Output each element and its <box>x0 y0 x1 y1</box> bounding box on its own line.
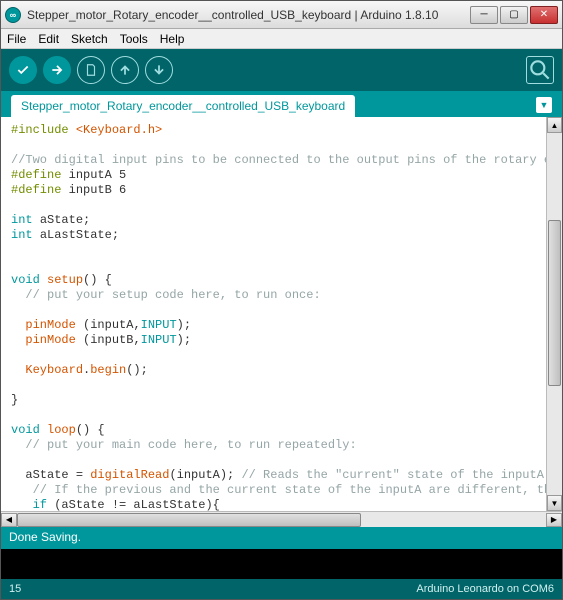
window-controls: ─ ▢ ✕ <box>470 6 558 24</box>
code-token: int <box>11 228 33 242</box>
save-sketch-button[interactable] <box>145 56 173 84</box>
scroll-track[interactable] <box>547 133 562 495</box>
arrow-down-icon <box>152 63 166 77</box>
scroll-right-icon[interactable]: ▶ <box>546 513 562 527</box>
scroll-thumb[interactable] <box>548 220 561 387</box>
code-token: (inputA); <box>169 468 241 482</box>
scroll-down-icon[interactable]: ▼ <box>547 495 562 511</box>
code-token: #include <box>11 123 69 137</box>
code-token: ); <box>177 333 191 347</box>
serial-monitor-button[interactable] <box>526 56 554 84</box>
code-token: (inputA, <box>76 318 141 332</box>
code-token: pinMode <box>25 333 75 347</box>
code-token: aState; <box>40 213 90 227</box>
arduino-app-icon: ∞ <box>5 7 21 23</box>
close-button[interactable]: ✕ <box>530 6 558 24</box>
code-token: if <box>33 498 47 511</box>
code-token: void <box>11 423 40 437</box>
code-comment: //Two digital input pins to be connected… <box>11 153 546 167</box>
code-token: () { <box>83 273 112 287</box>
code-token: pinMode <box>25 318 75 332</box>
code-token: } <box>11 393 18 407</box>
window-titlebar: ∞ Stepper_motor_Rotary_encoder__controll… <box>1 1 562 29</box>
code-token: <Keyboard.h> <box>76 123 162 137</box>
magnifier-icon <box>527 57 553 83</box>
scroll-left-icon[interactable]: ◀ <box>1 513 17 527</box>
file-new-icon <box>84 63 98 77</box>
code-token: inputB 6 <box>69 183 127 197</box>
line-number: 15 <box>9 583 21 595</box>
code-comment: // put your main code here, to run repea… <box>25 438 356 452</box>
status-bar: 15 Arduino Leonardo on COM6 <box>1 579 562 599</box>
scroll-up-icon[interactable]: ▲ <box>547 117 562 133</box>
menu-tools[interactable]: Tools <box>120 32 148 46</box>
code-token: (inputB, <box>76 333 141 347</box>
upload-button[interactable] <box>43 56 71 84</box>
code-token: () { <box>76 423 105 437</box>
code-editor[interactable]: #include <Keyboard.h> //Two digital inpu… <box>1 117 546 511</box>
open-sketch-button[interactable] <box>111 56 139 84</box>
verify-button[interactable] <box>9 56 37 84</box>
new-sketch-button[interactable] <box>77 56 105 84</box>
code-comment: // put your setup code here, to run once… <box>25 288 320 302</box>
code-token: ); <box>177 318 191 332</box>
code-token: aState = <box>25 468 90 482</box>
code-token: int <box>11 213 33 227</box>
board-port: Arduino Leonardo on COM6 <box>416 583 554 595</box>
scroll-track[interactable] <box>17 513 546 527</box>
code-token: (); <box>126 363 148 377</box>
code-token: (aState != aLastState){ <box>47 498 220 511</box>
tab-bar: Stepper_motor_Rotary_encoder__controlled… <box>1 91 562 117</box>
code-comment: // Reads the "current" state of the inpu… <box>241 468 543 482</box>
code-token: aLastState; <box>40 228 119 242</box>
maximize-button[interactable]: ▢ <box>500 6 528 24</box>
code-token: Keyboard <box>25 363 83 377</box>
scroll-thumb[interactable] <box>17 513 361 527</box>
arrow-right-icon <box>50 63 64 77</box>
menu-help[interactable]: Help <box>160 32 185 46</box>
output-console[interactable] <box>1 549 562 579</box>
code-token: #define <box>11 168 61 182</box>
code-token: inputA 5 <box>69 168 127 182</box>
message-text: Done Saving. <box>9 530 81 544</box>
code-token: INPUT <box>141 318 177 332</box>
menu-sketch[interactable]: Sketch <box>71 32 108 46</box>
toolbar <box>1 49 562 91</box>
minimize-button[interactable]: ─ <box>470 6 498 24</box>
horizontal-scrollbar[interactable]: ◀ ▶ <box>1 511 562 527</box>
code-token: #define <box>11 183 61 197</box>
window-title: Stepper_motor_Rotary_encoder__controlled… <box>27 8 470 22</box>
arrow-up-icon <box>118 63 132 77</box>
menu-edit[interactable]: Edit <box>38 32 59 46</box>
sketch-tab[interactable]: Stepper_motor_Rotary_encoder__controlled… <box>11 95 355 117</box>
menu-bar: File Edit Sketch Tools Help <box>1 29 562 49</box>
editor-area: #include <Keyboard.h> //Two digital inpu… <box>1 117 562 527</box>
menu-file[interactable]: File <box>7 32 26 46</box>
code-token: digitalRead <box>90 468 169 482</box>
code-token: setup <box>47 273 83 287</box>
code-token: begin <box>90 363 126 377</box>
code-token: void <box>11 273 40 287</box>
vertical-scrollbar[interactable]: ▲ ▼ <box>546 117 562 511</box>
check-icon <box>16 63 30 77</box>
code-token: INPUT <box>141 333 177 347</box>
tab-menu-dropdown[interactable]: ▼ <box>536 97 552 113</box>
code-comment: // If the previous and the current state… <box>33 483 546 497</box>
code-token: loop <box>47 423 76 437</box>
message-bar: Done Saving. <box>1 527 562 549</box>
